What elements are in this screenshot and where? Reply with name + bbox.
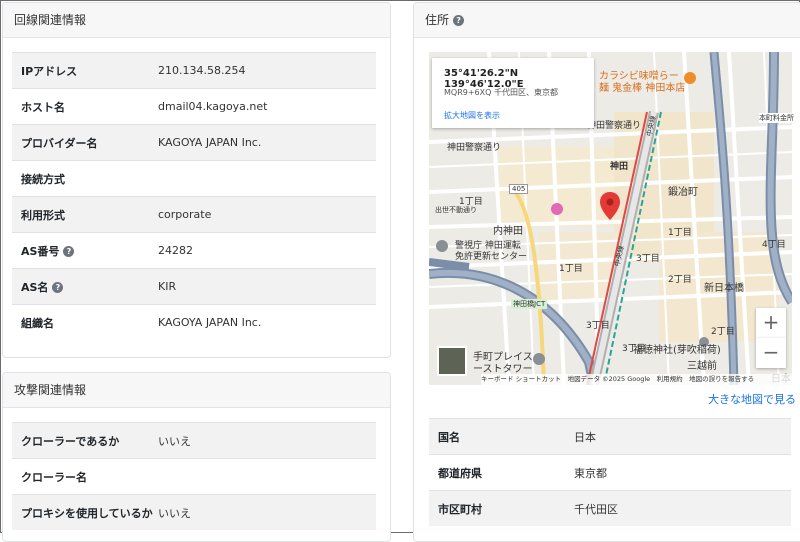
row-key-label: プロバイダー名 (21, 136, 98, 150)
row-key-label: IPアドレス (21, 64, 78, 78)
row-value (158, 458, 376, 495)
table-row: AS番号? 24282 (12, 232, 376, 269)
map-label-kanda: 出世不動通り (435, 206, 477, 214)
help-icon[interactable]: ? (63, 246, 75, 257)
row-key-label: クローラー名 (21, 470, 87, 484)
map-label-station1: 神田 (610, 162, 629, 172)
map-label-police2: 免許更新センター (455, 252, 528, 262)
row-key-label: プロキシを使用しているか (21, 506, 153, 520)
map-label-chome8: 2丁目 (711, 327, 735, 337)
row-key: ホスト名 (12, 88, 158, 125)
row-key: 市区町村 (429, 490, 574, 526)
row-key: 利用形式 (12, 196, 158, 233)
map-attribution[interactable]: キーボード ショートカット 地図データ ©2025 Google 利用規約 地図… (481, 374, 792, 385)
table-row: AS名? KIR (12, 268, 376, 305)
map-label-restaurant2: 麺 鬼金棒 神田本店 (599, 83, 686, 94)
map-label-tower2: ーストタワー (473, 364, 533, 375)
map-label-street1: 神田警察通り (587, 121, 642, 131)
map-label-chome5: 1丁目 (559, 264, 583, 274)
row-key: プロキシを使用しているか (12, 494, 158, 530)
row-value: KAGOYA JAPAN Inc. (158, 304, 376, 340)
map-coordinate-box: 35°41'26.2"N 139°46'12.0"E MQR9+6XQ 千代田区… (432, 58, 594, 128)
row-key: AS名? (12, 268, 158, 305)
enlarge-map-link[interactable]: 拡大地図を表示 (444, 110, 500, 121)
big-map-link[interactable]: 大きな地図で見る (708, 391, 796, 407)
row-value: 千代田区 (574, 490, 791, 526)
row-value: 24282 (158, 232, 376, 269)
row-key-label: ホスト名 (21, 100, 65, 114)
row-value: いいえ (158, 422, 376, 459)
row-key: 都道府県 (429, 454, 574, 491)
row-key: クローラーであるか (12, 422, 158, 459)
row-value: 日本 (574, 418, 791, 455)
row-key: クローラー名 (12, 458, 158, 495)
map-label-chome2: 1丁目 (668, 228, 692, 238)
row-value: 東京都 (574, 454, 791, 491)
map-label-station2: 新日本橋 (704, 283, 744, 294)
address-table: 国名 日本都道府県 東京都市区町村 千代田区 (429, 418, 791, 526)
row-value: KIR (158, 268, 376, 305)
row-value: dmail04.kagoya.net (158, 88, 376, 125)
line-info-header: 回線関連情報 (3, 3, 390, 38)
table-row: ホスト名 dmail04.kagoya.net (12, 88, 376, 125)
row-key-label: 都道府県 (438, 466, 482, 480)
address-title: 住所 (425, 13, 450, 27)
map-plus-code: MQR9+6XQ 千代田区、東京都 (444, 88, 558, 97)
row-key-label: 国名 (438, 430, 460, 444)
table-row: クローラーであるか いいえ (12, 422, 376, 459)
row-key-label: 接続方式 (21, 172, 65, 186)
map-label-route: 405 (509, 184, 529, 194)
map-label-chome3: 4丁目 (762, 240, 786, 250)
line-info-table: IPアドレス 210.134.58.254 ホスト名 dmail04.kagoya.n… (12, 52, 376, 340)
row-key-label: 利用形式 (21, 208, 65, 222)
row-key: AS番号? (12, 232, 158, 269)
attack-info-table: クローラーであるか いいえ クローラー名 プロキシを使用しているか いいえ (12, 422, 376, 530)
row-value: corporate (158, 196, 376, 233)
row-key: 国名 (429, 418, 574, 455)
map-label-honcho: 本町料金所 (759, 113, 794, 123)
table-row: プロキシを使用しているか いいえ (12, 494, 376, 530)
table-row: 都道府県 東京都 (429, 454, 791, 491)
zoom-out-button[interactable]: − (756, 338, 786, 368)
map-label-shrine: 福徳神社(芽吹稲荷) (633, 345, 721, 356)
table-row: 国名 日本 (429, 418, 791, 455)
table-row: プロバイダー名 KAGOYA JAPAN Inc. (12, 124, 376, 161)
address-header: 住所? (414, 3, 800, 38)
row-key: IPアドレス (12, 52, 158, 89)
row-value (158, 160, 376, 197)
row-key-label: AS名 (21, 280, 49, 294)
table-row: 市区町村 千代田区 (429, 490, 791, 526)
map-label-chome4: 3丁目 (636, 254, 660, 264)
row-key-label: AS番号 (21, 244, 60, 258)
table-row: 利用形式 corporate (12, 196, 376, 233)
zoom-in-button[interactable]: + (756, 308, 786, 338)
row-key: 組織名 (12, 304, 158, 340)
table-row: 接続方式 (12, 160, 376, 197)
map-label-area2: 内神田 (493, 226, 523, 237)
attack-info-header: 攻撃関連情報 (3, 373, 390, 408)
row-key-label: 市区町村 (438, 502, 482, 516)
map-label-chome6: 2丁目 (668, 275, 692, 285)
row-value: 210.134.58.254 (158, 52, 376, 89)
table-row: IPアドレス 210.134.58.254 (12, 52, 376, 89)
map-label-jct: 神田橋JCT (511, 299, 548, 309)
map-label-area1: 鍛冶町 (668, 187, 698, 198)
help-icon[interactable]: ? (52, 282, 64, 293)
row-key-label: 組織名 (21, 316, 54, 330)
map-label-mitsukoshi: 三越前 (687, 361, 717, 372)
map-label-street2: 神田警察通り (447, 143, 502, 153)
map-label-chome7: 3丁目 (586, 321, 610, 331)
table-row: 組織名 KAGOYA JAPAN Inc. (12, 304, 376, 340)
row-key-label: クローラーであるか (21, 434, 120, 448)
row-key: 接続方式 (12, 160, 158, 197)
row-value: KAGOYA JAPAN Inc. (158, 124, 376, 161)
row-value: いいえ (158, 494, 376, 530)
help-icon[interactable]: ? (453, 15, 465, 26)
row-key: プロバイダー名 (12, 124, 158, 161)
table-row: クローラー名 (12, 458, 376, 495)
